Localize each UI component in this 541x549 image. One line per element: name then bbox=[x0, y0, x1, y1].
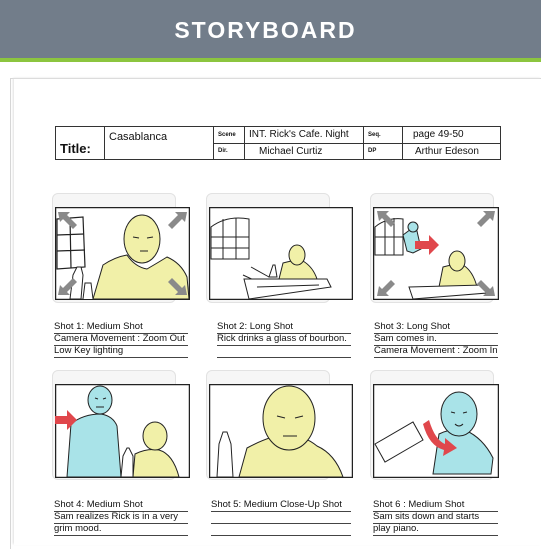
caption-rule bbox=[373, 523, 498, 524]
dp-label: DP bbox=[363, 142, 403, 160]
shot-6-line-3: play piano. bbox=[373, 523, 419, 534]
shot-3-line-3: Camera Movement : Zoom In bbox=[374, 345, 498, 356]
title-value: Casablanca bbox=[104, 126, 214, 160]
shot-4-line-3: grim mood. bbox=[54, 523, 102, 534]
seq-label: Seq. bbox=[363, 126, 403, 144]
title-block: Title: Casablanca Scene INT. Rick's Cafe… bbox=[55, 126, 501, 160]
shot-3-frame bbox=[373, 207, 499, 300]
page-title: STORYBOARD bbox=[174, 17, 357, 43]
shot-3-caption: Shot 3: Long Shot Sam comes in. Camera M… bbox=[374, 321, 498, 357]
shot-4-title: Shot 4: Medium Shot bbox=[54, 499, 143, 510]
shot-4-frame bbox=[55, 384, 190, 478]
caption-rule bbox=[54, 511, 188, 512]
caption-rule bbox=[217, 345, 351, 346]
caption-rule bbox=[211, 523, 351, 524]
caption-rule bbox=[54, 345, 188, 346]
dir-value: Michael Curtiz bbox=[244, 142, 364, 160]
shot-1-title: Shot 1: Medium Shot bbox=[54, 321, 143, 332]
shot-6-frame bbox=[373, 384, 499, 478]
seq-value: page 49-50 bbox=[402, 126, 501, 144]
shot-5-frame bbox=[209, 384, 353, 478]
caption-rule bbox=[54, 333, 188, 334]
caption-rule bbox=[217, 357, 351, 358]
shot-5-title: Shot 5: Medium Close-Up Shot bbox=[211, 499, 342, 510]
scene-value: INT. Rick's Cafe. Night bbox=[244, 126, 364, 144]
dir-label: Dir. bbox=[213, 142, 245, 160]
shot-1-line-2: Camera Movement : Zoom Out bbox=[54, 333, 185, 344]
shot-1-line-3: Low Key lighting bbox=[54, 345, 124, 356]
caption-rule bbox=[54, 523, 188, 524]
caption-rule bbox=[54, 535, 188, 536]
shot-1-frame bbox=[55, 207, 190, 300]
header-bar: STORYBOARD bbox=[0, 0, 541, 58]
shot-5-caption: Shot 5: Medium Close-Up Shot bbox=[211, 499, 342, 511]
shot-1-caption: Shot 1: Medium Shot Camera Movement : Zo… bbox=[54, 321, 185, 357]
shot-4-caption: Shot 4: Medium Shot Sam realizes Rick is… bbox=[54, 499, 178, 535]
title-label: Title: bbox=[55, 126, 105, 160]
caption-rule bbox=[374, 333, 498, 334]
shot-2-frame bbox=[209, 207, 353, 300]
shot-6-line-2: Sam sits down and starts bbox=[373, 511, 480, 522]
shot-6-caption: Shot 6 : Medium Shot Sam sits down and s… bbox=[373, 499, 479, 535]
dp-value: Arthur Edeson bbox=[402, 142, 501, 160]
caption-rule bbox=[211, 511, 351, 512]
caption-rule bbox=[54, 357, 188, 358]
caption-rule bbox=[374, 357, 498, 358]
shot-3-title: Shot 3: Long Shot bbox=[374, 321, 451, 332]
shot-4-line-2: Sam realizes Rick is in a very bbox=[54, 511, 179, 522]
header-accent-line bbox=[0, 58, 541, 62]
caption-rule bbox=[374, 345, 498, 346]
shot-2-title: Shot 2: Long Shot bbox=[217, 321, 294, 332]
shot-6-title: Shot 6 : Medium Shot bbox=[373, 499, 465, 510]
caption-rule bbox=[211, 535, 351, 536]
caption-rule bbox=[217, 333, 351, 334]
caption-rule bbox=[373, 511, 498, 512]
caption-rule bbox=[373, 535, 498, 536]
shot-2-line-2: Rick drinks a glass of bourbon. bbox=[217, 333, 347, 344]
scene-label: Scene bbox=[213, 126, 245, 144]
shot-3-line-2: Sam comes in. bbox=[374, 333, 437, 344]
